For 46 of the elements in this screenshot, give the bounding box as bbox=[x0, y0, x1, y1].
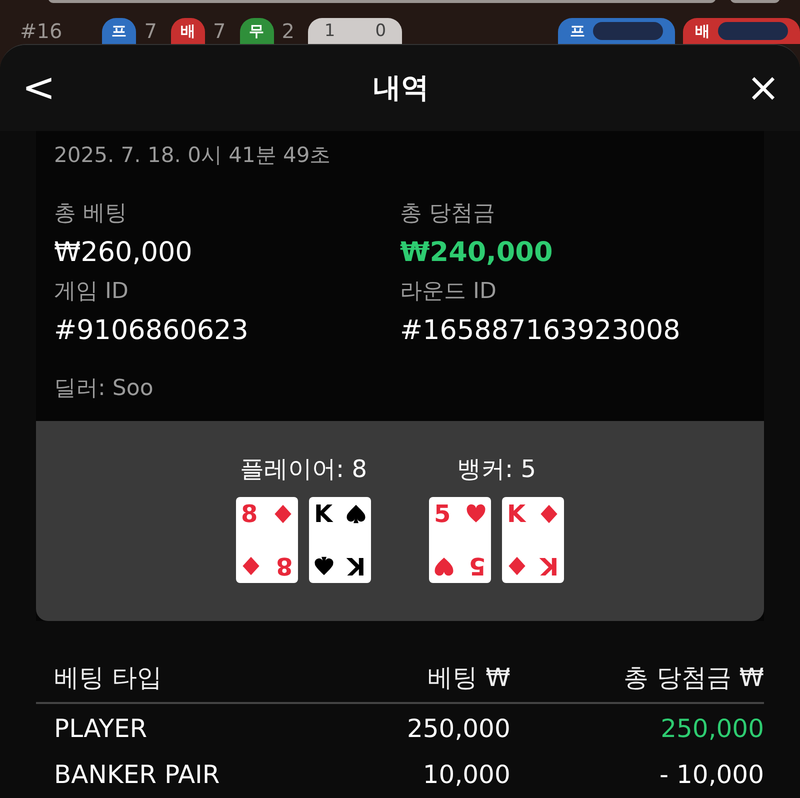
playing-card: K K bbox=[502, 497, 564, 583]
result-badge: 무 bbox=[240, 18, 274, 44]
dealer-name: 딜러: Soo bbox=[54, 375, 154, 403]
pair-counter: 1 0 bbox=[308, 18, 402, 44]
field-label: 총 베팅 bbox=[54, 200, 128, 228]
spade-icon bbox=[314, 556, 334, 576]
diamond-icon bbox=[273, 504, 293, 524]
table-cell-text: BANKER PAIR bbox=[53, 759, 221, 791]
column-header: 베팅 타입 bbox=[36, 661, 328, 703]
diamond-icon bbox=[241, 556, 261, 576]
playing-card: K K bbox=[309, 497, 371, 583]
heart-icon bbox=[434, 556, 454, 576]
table-cell: PLAYER bbox=[36, 703, 328, 750]
diamond-icon bbox=[539, 504, 559, 524]
bet-shortcut-button[interactable]: 배 bbox=[683, 18, 800, 44]
close-button[interactable]: × bbox=[746, 68, 780, 108]
field-value: #9106860623 bbox=[54, 314, 250, 348]
result-count: 2 bbox=[282, 19, 294, 43]
result-badge: 배 bbox=[170, 18, 205, 44]
field-value: ₩260,000 bbox=[54, 236, 194, 270]
result-badge: 프 bbox=[102, 18, 136, 44]
heart-icon bbox=[466, 504, 486, 524]
field-label: 라운드 ID bbox=[400, 278, 498, 306]
back-button[interactable]: < bbox=[22, 68, 56, 108]
hand-score: 플레이어: 8 bbox=[240, 454, 367, 485]
column-header: 베팅 ₩ bbox=[328, 661, 540, 703]
result-count: 7 bbox=[212, 19, 226, 43]
playing-card: 5 5 bbox=[429, 497, 491, 583]
field-value: ₩240,000 bbox=[400, 236, 554, 270]
field-label: 게임 ID bbox=[54, 278, 130, 306]
diamond-icon bbox=[507, 556, 527, 576]
bet-shortcut-button[interactable]: 프 bbox=[558, 18, 675, 44]
sheet-title: 내역 bbox=[373, 70, 429, 106]
table-cell: 250,000 bbox=[540, 703, 764, 750]
round-number: #16 bbox=[20, 19, 62, 43]
column-header: 총 당첨금 ₩ bbox=[540, 661, 764, 703]
table-cell: 250,000 bbox=[328, 703, 540, 750]
field-label: 총 당첨금 bbox=[400, 200, 496, 228]
playing-card: 8 8 bbox=[236, 497, 298, 583]
hand-score: 뱅커: 5 bbox=[457, 454, 536, 485]
spade-icon bbox=[346, 504, 366, 524]
result-count: 7 bbox=[144, 19, 157, 43]
round-datetime: 2025. 7. 18. 0시 41분 49초 bbox=[54, 142, 332, 169]
table-cell-text: 10,000 bbox=[422, 759, 512, 791]
field-value: #165887163923008 bbox=[400, 314, 682, 348]
table-cell-text: - 10,000 bbox=[658, 759, 764, 791]
